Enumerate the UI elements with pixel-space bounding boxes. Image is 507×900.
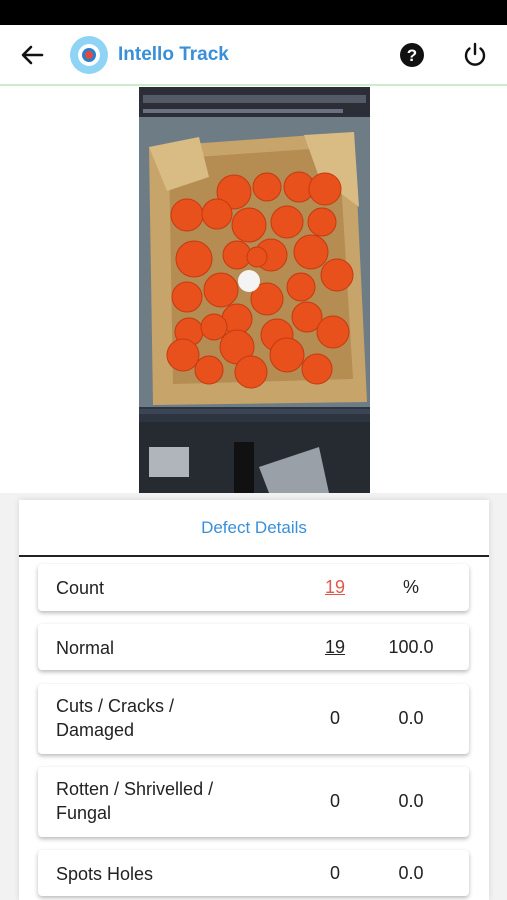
- defect-details-card: Defect Details Count 19 % Normal 19 100.…: [19, 500, 489, 900]
- rotten-label-line2: Fungal: [56, 803, 112, 823]
- app-title: Intello Track: [118, 44, 229, 65]
- cuts-cracks-count: 0: [329, 708, 340, 728]
- help-icon[interactable]: ?: [398, 41, 426, 69]
- spots-holes-label: Spots Holes: [56, 864, 154, 884]
- svg-text:?: ?: [407, 46, 417, 65]
- spots-holes-row: Spots Holes 0 0.0: [38, 850, 469, 896]
- spots-holes-percent: 0.0: [398, 863, 424, 883]
- total-count-link[interactable]: 19: [315, 577, 355, 598]
- app-logo-icon: [70, 36, 108, 74]
- cuts-cracks-damaged-row: Cuts / Cracks / Damaged 0 0.0: [38, 684, 469, 754]
- inspection-photo: [139, 87, 370, 493]
- cuts-cracks-label-line2: Damaged: [56, 720, 135, 740]
- normal-row: Normal 19 100.0: [38, 624, 469, 670]
- count-row: Count 19 %: [38, 564, 469, 611]
- rotten-percent: 0.0: [398, 791, 424, 811]
- normal-percent: 100.0: [388, 637, 434, 657]
- count-label: Count: [56, 578, 105, 598]
- normal-count-link[interactable]: 19: [315, 637, 355, 658]
- rotten-shrivelled-fungal-row: Rotten / Shrivelled / Fungal 0 0.0: [38, 767, 469, 837]
- back-arrow-icon[interactable]: [18, 41, 46, 69]
- rotten-label-line1: Rotten / Shrivelled /: [56, 779, 214, 799]
- spots-holes-count: 0: [329, 863, 340, 883]
- app-bar: Intello Track ?: [0, 25, 507, 86]
- status-bar: [0, 0, 507, 25]
- power-icon[interactable]: [461, 41, 489, 69]
- normal-label: Normal: [56, 638, 115, 658]
- cuts-cracks-percent: 0.0: [398, 708, 424, 728]
- rotten-count: 0: [329, 791, 340, 811]
- defect-details-header: Defect Details: [19, 500, 489, 557]
- percent-header: %: [402, 577, 419, 597]
- cuts-cracks-label-line1: Cuts / Cracks /: [56, 696, 175, 716]
- defect-details-title: Defect Details: [201, 518, 307, 537]
